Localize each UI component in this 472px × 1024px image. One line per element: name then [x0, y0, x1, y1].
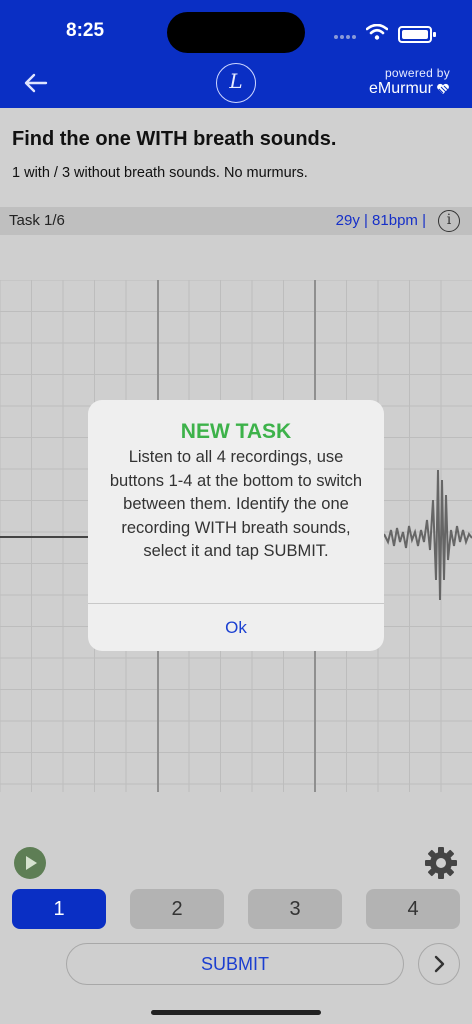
info-icon[interactable]: i — [438, 210, 460, 232]
brand-name: eMurmur — [369, 80, 450, 98]
submit-button[interactable]: SUBMIT — [66, 943, 404, 985]
recording-button-1[interactable]: 1 — [12, 889, 106, 929]
heart-logo-icon — [437, 83, 449, 94]
dialog-message: Listen to all 4 recordings, use buttons … — [109, 448, 363, 560]
dialog-title: NEW TASK — [180, 420, 292, 443]
wifi-icon — [366, 24, 388, 40]
chevron-right-icon — [434, 955, 445, 973]
gear-icon[interactable] — [424, 846, 458, 880]
cellular-signal-icon — [334, 35, 356, 39]
powered-by-label: powered by — [384, 66, 450, 80]
task-header — [0, 108, 472, 208]
home-indicator — [151, 1010, 321, 1015]
powered-by-brand: powered by eMurmur — [369, 66, 450, 98]
play-button[interactable] — [14, 847, 46, 879]
battery-icon — [398, 26, 436, 43]
recording-button-4[interactable]: 4 — [366, 889, 460, 929]
graph-padding — [0, 235, 472, 280]
new-task-dialog: NEW TASK Listen to all 4 recordings, use… — [88, 400, 384, 651]
play-icon — [26, 856, 37, 870]
recording-button-3[interactable]: 3 — [248, 889, 342, 929]
dialog-ok-button[interactable]: Ok — [88, 604, 384, 651]
recording-button-2[interactable]: 2 — [130, 889, 224, 929]
patient-info[interactable]: 29y | 81bpm | — [336, 212, 426, 229]
task-subtitle: 1 with / 3 without breath sounds. No mur… — [12, 165, 308, 181]
task-title: Find the one WITH breath sounds. — [12, 128, 337, 150]
dynamic-island — [167, 12, 305, 53]
task-progress: Task 1/6 — [9, 212, 65, 229]
next-button[interactable] — [418, 943, 460, 985]
status-time: 8:25 — [66, 20, 105, 41]
back-arrow-icon[interactable] — [22, 70, 50, 96]
littmann-logo: L — [216, 63, 256, 103]
